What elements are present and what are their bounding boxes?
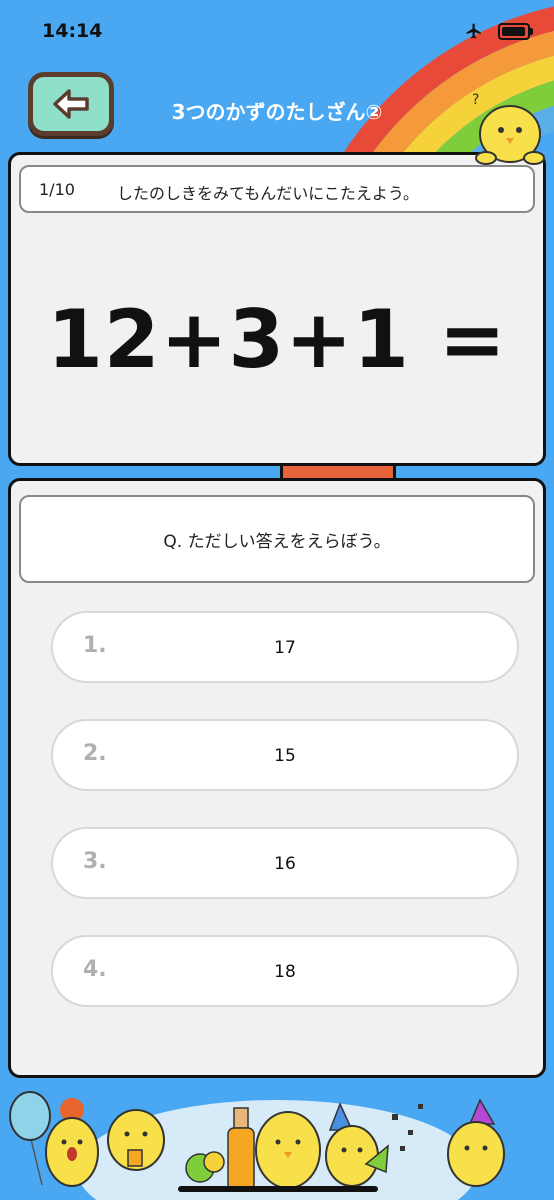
question-prompt: Q. ただしい答えをえらぼう。 — [163, 531, 391, 552]
home-indicator[interactable] — [178, 1186, 378, 1192]
status-time: 14:14 — [42, 20, 103, 42]
party-chicks-decoration — [9, 1091, 505, 1200]
answer-panel: Q. ただしい答えをえらぼう。 1. 17 2. 15 3. 16 4. 18 — [8, 478, 546, 1078]
balloon-icon — [9, 1091, 51, 1186]
answer-value: 15 — [274, 746, 296, 766]
equation: 12+3+1 = — [47, 293, 507, 386]
svg-text:?: ? — [472, 92, 479, 108]
status-bar: 14:14 — [0, 0, 554, 64]
answer-value: 16 — [274, 854, 296, 874]
answer-value: 18 — [274, 962, 296, 982]
answer-option-4[interactable]: 4. 18 — [51, 935, 519, 1007]
answer-option-2[interactable]: 2. 15 — [51, 719, 519, 791]
chick-mascot-icon: ? — [472, 92, 545, 165]
answer-option-3[interactable]: 3. 16 — [51, 827, 519, 899]
chick-right-icon — [447, 1098, 505, 1187]
battery-icon — [498, 22, 533, 40]
instruction-text: したのしきをみてもんだいにこたえよう。 — [117, 184, 419, 203]
instruction-bar: 1/10 したのしきをみてもんだいにこたえよう。 — [19, 165, 535, 213]
answer-option-1[interactable]: 1. 17 — [51, 611, 519, 683]
rooster-chick-icon — [45, 1098, 99, 1187]
answer-value: 17 — [274, 638, 296, 658]
chick-center-icon — [255, 1111, 321, 1189]
battery-fill — [502, 26, 525, 36]
chick-cup-icon — [107, 1109, 165, 1171]
question-counter: 1/10 — [39, 180, 75, 199]
problem-panel: 1/10 したのしきをみてもんだいにこたえよう。 12+3+1 = — [8, 152, 546, 466]
question-box: Q. ただしい答えをえらぼう。 — [19, 495, 535, 583]
status-icons — [464, 22, 533, 40]
airplane-icon — [466, 23, 481, 39]
